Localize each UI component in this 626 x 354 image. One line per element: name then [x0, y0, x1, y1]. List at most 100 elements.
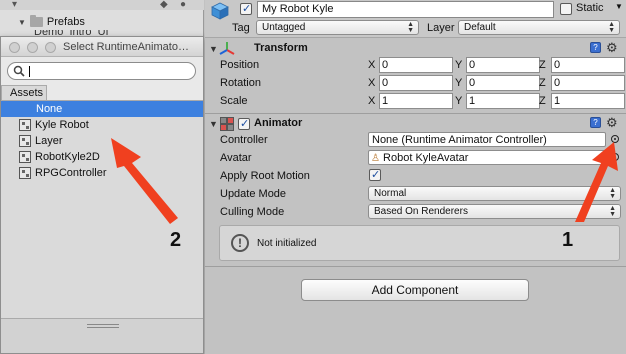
rotation-x-field[interactable]: 0: [379, 75, 453, 91]
dropdown-arrows-icon: ▲ ▼: [608, 21, 615, 34]
layer-dropdown[interactable]: Default ▲ ▼: [458, 20, 620, 35]
folder-row-prefabs[interactable]: ▼ Prefabs: [18, 14, 85, 30]
tag-label: Tag: [232, 22, 250, 34]
axis-x-label: X: [368, 59, 376, 71]
dialog-title: Select RuntimeAnimato…: [63, 41, 189, 53]
info-exclamation-icon: !: [231, 234, 249, 252]
position-label: Position: [220, 59, 260, 71]
scale-y-field[interactable]: 1: [466, 93, 540, 109]
active-checkbox[interactable]: [240, 2, 252, 15]
list-item-label: None: [36, 103, 63, 115]
root-motion-label: Apply Root Motion: [220, 170, 310, 182]
gear-icon[interactable]: ⚙: [606, 41, 620, 55]
culling-mode-dropdown[interactable]: Based On Renderers ▲ ▼: [368, 204, 621, 219]
dropdown-arrows-icon: ▲ ▼: [407, 21, 414, 34]
tag-value: Untagged: [262, 22, 306, 33]
position-y-field[interactable]: 0: [466, 57, 540, 73]
search-icon: [13, 65, 25, 77]
animator-controller-icon: [19, 151, 31, 163]
list-item-kyle-robot[interactable]: Kyle Robot: [1, 117, 203, 133]
toolbar-tag-icon[interactable]: ●: [180, 0, 186, 10]
axis-x-label: X: [368, 77, 376, 89]
dropdown-arrows-icon: ▲ ▼: [609, 205, 616, 218]
animator-header[interactable]: ▼ Animator ? ⚙: [205, 115, 626, 133]
toolbar-filter-icon[interactable]: ◆: [160, 0, 168, 10]
object-header: My Robot Kyle Static ▼ Tag Untagged ▲▼ L…: [205, 0, 626, 38]
gameobject-cube-icon: [211, 2, 229, 20]
animator-controller-icon: [19, 119, 31, 131]
transform-header[interactable]: ▼ Transform ? ⚙: [205, 40, 626, 58]
list-item-label: RobotKyle2D: [35, 151, 100, 163]
resize-handle[interactable]: [87, 324, 119, 328]
object-name-input[interactable]: My Robot Kyle: [257, 1, 554, 18]
list-item-none[interactable]: None: [1, 101, 203, 117]
position-z-field[interactable]: 0: [551, 57, 625, 73]
controller-label: Controller: [220, 134, 268, 146]
axis-y-label: Y: [455, 59, 463, 71]
axis-y-label: Y: [455, 77, 463, 89]
list-item-layer[interactable]: Layer: [1, 133, 203, 149]
animator-icon: [220, 117, 234, 131]
list-item-rpgcontroller[interactable]: RPGController: [1, 165, 203, 181]
avatar-person-icon: ♙: [371, 153, 380, 164]
annotation-label-1: 1: [562, 229, 574, 251]
update-mode-label: Update Mode: [220, 188, 287, 200]
animator-controller-icon: [19, 167, 31, 179]
list-item-robotkyle2d[interactable]: RobotKyle2D: [1, 149, 203, 165]
axis-z-label: Z: [539, 95, 546, 107]
update-mode-dropdown[interactable]: Normal ▲ ▼: [368, 186, 621, 201]
add-component-button[interactable]: Add Component: [301, 279, 529, 301]
list-item-label: RPGController: [35, 167, 107, 179]
scale-z-field[interactable]: 1: [551, 93, 625, 109]
axis-z-label: Z: [539, 59, 546, 71]
help-book-icon[interactable]: ?: [590, 42, 601, 53]
object-picker-icon[interactable]: [611, 135, 619, 143]
dialog-preview-area: [1, 318, 203, 353]
rotation-y-field[interactable]: 0: [466, 75, 540, 91]
help-book-icon[interactable]: ?: [590, 117, 601, 128]
tab-assets[interactable]: Assets: [1, 85, 47, 101]
static-dropdown-icon[interactable]: ▼: [615, 2, 623, 11]
animator-title: Animator: [254, 117, 303, 129]
rotation-label: Rotation: [220, 77, 261, 89]
layer-label: Layer: [427, 22, 455, 34]
avatar-field[interactable]: ♙ Robot KyleAvatar: [368, 150, 606, 165]
asset-list: None Kyle Robot Layer RobotKyle2D RPGCon…: [1, 100, 203, 318]
toolbar-arrow-icon[interactable]: ▾: [12, 0, 17, 10]
annotation-label-2: 2: [170, 229, 182, 251]
collapse-arrow-icon[interactable]: ▼: [209, 44, 218, 54]
rotation-z-field[interactable]: 0: [551, 75, 625, 91]
root-motion-checkbox[interactable]: [369, 168, 381, 181]
folder-label: Prefabs: [46, 16, 85, 28]
controller-field[interactable]: None (Runtime Animator Controller): [368, 132, 606, 147]
tag-dropdown[interactable]: Untagged ▲ ▼: [256, 20, 419, 35]
text-caret: [29, 66, 30, 77]
axis-y-label: Y: [455, 95, 463, 107]
transform-icon: [219, 42, 235, 55]
dropdown-arrows-icon: ▲ ▼: [609, 187, 616, 200]
expand-arrow-icon[interactable]: ▼: [18, 18, 26, 27]
object-picker-icon[interactable]: [611, 153, 619, 161]
animator-controller-icon: [19, 135, 31, 147]
dialog-title-bar[interactable]: Select RuntimeAnimato…: [1, 37, 203, 57]
static-checkbox[interactable]: [560, 3, 572, 15]
position-x-field[interactable]: 0: [379, 57, 453, 73]
minimize-window-button[interactable]: [27, 42, 38, 53]
scale-label: Scale: [220, 95, 248, 107]
transform-title: Transform: [254, 42, 308, 54]
layer-value: Default: [464, 22, 496, 33]
project-toolbar: ▾ ◆ ●: [0, 0, 204, 10]
folder-icon: [29, 15, 43, 27]
close-window-button[interactable]: [9, 42, 20, 53]
culling-mode-label: Culling Mode: [220, 206, 285, 218]
info-helpbox: ! Not initialized: [219, 225, 620, 261]
collapse-arrow-icon[interactable]: ▼: [209, 119, 218, 129]
inspector-panel: My Robot Kyle Static ▼ Tag Untagged ▲▼ L…: [205, 0, 626, 354]
search-input[interactable]: [7, 62, 196, 80]
scale-x-field[interactable]: 1: [379, 93, 453, 109]
animator-enabled-checkbox[interactable]: [238, 117, 250, 130]
static-label: Static: [576, 2, 604, 14]
gear-icon[interactable]: ⚙: [606, 116, 620, 130]
zoom-window-button[interactable]: [45, 42, 56, 53]
component-divider: [205, 266, 626, 267]
